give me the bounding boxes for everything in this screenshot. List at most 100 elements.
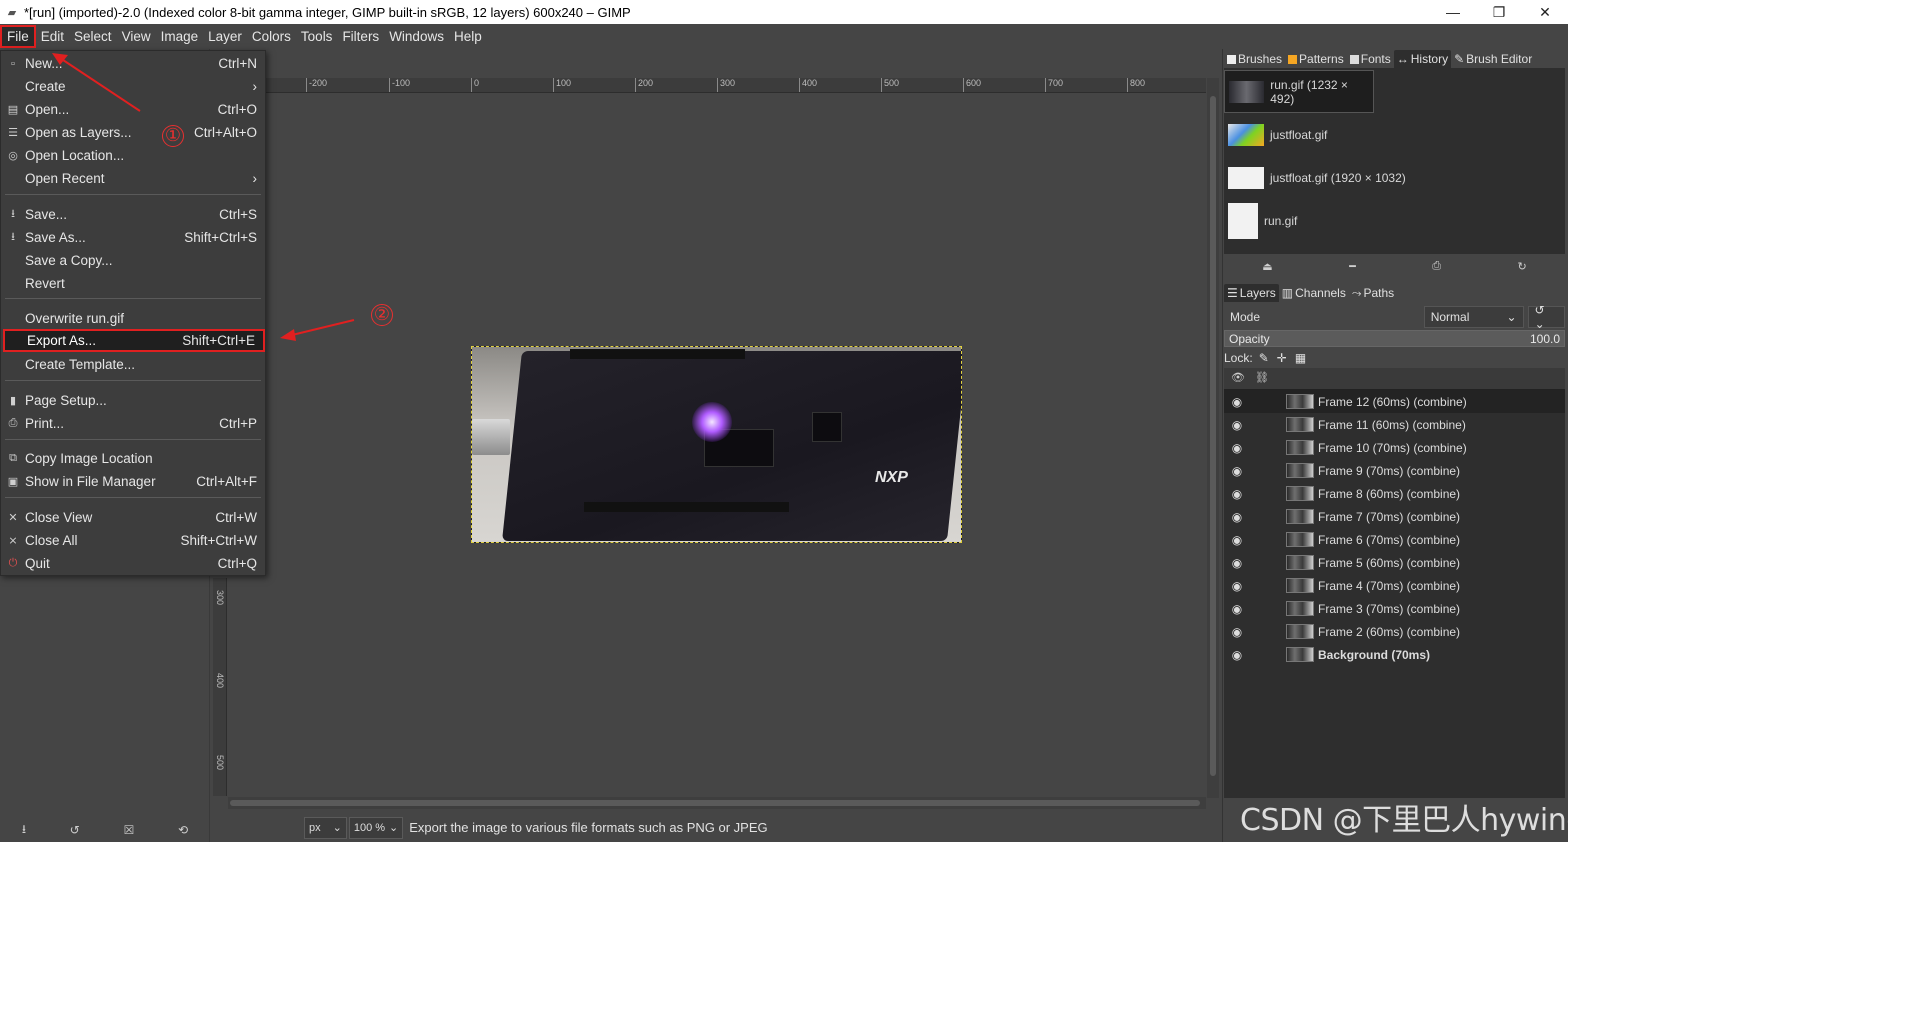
menu-layer[interactable]: Layer	[203, 25, 247, 48]
menu-item-export-as[interactable]: Export As... Shift+Ctrl+E	[3, 329, 265, 352]
scroll-thumb[interactable]	[1210, 96, 1216, 776]
top-ruler[interactable]: -200 -100 0 100 200 300 400 500 600 700 …	[266, 78, 1206, 93]
chevron-down-icon: ⌄	[1506, 310, 1517, 324]
menu-image[interactable]: Image	[156, 25, 204, 48]
menu-select[interactable]: Select	[69, 25, 117, 48]
reset-options-icon[interactable]: ⟲	[178, 823, 188, 837]
mode-label: Mode	[1230, 310, 1261, 324]
canvas-image[interactable]: NXP	[471, 346, 962, 543]
layer-row[interactable]: ◉ Frame 2 (60ms) (combine)	[1224, 620, 1565, 643]
tab-brushes[interactable]: Brushes	[1224, 50, 1285, 68]
eye-icon[interactable]: ◉	[1224, 464, 1250, 478]
eye-icon[interactable]: ◉	[1224, 579, 1250, 593]
menu-item-copy-location[interactable]: ⧉ Copy Image Location	[3, 447, 265, 470]
menu-item-print[interactable]: ⎙ Print... Ctrl+P	[3, 412, 265, 435]
delete-options-icon[interactable]: ☒	[124, 823, 135, 837]
mode-select[interactable]: Normal ⌄	[1423, 306, 1524, 328]
eye-icon[interactable]: ◉	[1224, 441, 1250, 455]
tab-layers[interactable]: ☰ Layers	[1224, 284, 1279, 302]
eye-icon[interactable]: ◉	[1224, 625, 1250, 639]
layer-row[interactable]: ◉ Frame 11 (60ms) (combine)	[1224, 413, 1565, 436]
restore-button[interactable]: ❐	[1476, 0, 1522, 24]
ruler-tick: 400	[215, 673, 225, 689]
menu-item-create[interactable]: Create ›	[3, 75, 265, 98]
tab-fonts[interactable]: Fonts	[1347, 50, 1394, 68]
menu-view[interactable]: View	[117, 25, 156, 48]
layer-row[interactable]: ◉ Frame 5 (60ms) (combine)	[1224, 551, 1565, 574]
layer-row[interactable]: ◉ Frame 4 (70ms) (combine)	[1224, 574, 1565, 597]
minus-icon[interactable]: ━	[1349, 260, 1356, 278]
unit-select[interactable]: px ⌄	[304, 816, 347, 839]
zoom-select[interactable]: 100 % ⌄	[348, 816, 404, 839]
restore-options-icon[interactable]: ↺	[70, 823, 80, 837]
pcb-chip	[812, 412, 842, 442]
raise-view-icon[interactable]: ⏏	[1262, 260, 1272, 278]
menu-item-open[interactable]: ▤ Open... Ctrl+O	[3, 98, 265, 121]
menu-help[interactable]: Help	[449, 25, 487, 48]
eye-icon[interactable]: ◉	[1224, 510, 1250, 524]
tab-channels[interactable]: ▥ Channels	[1279, 284, 1349, 302]
close-window-button[interactable]: ✕	[1522, 0, 1568, 24]
layer-row[interactable]: ◉ Frame 3 (70ms) (combine)	[1224, 597, 1565, 620]
menu-item-overwrite[interactable]: Overwrite run.gif	[3, 307, 265, 330]
menu-item-show-in-file-manager[interactable]: ▣ Show in File Manager Ctrl+Alt+F	[3, 470, 265, 493]
layer-row[interactable]: ◉ Frame 9 (70ms) (combine)	[1224, 459, 1565, 482]
menu-item-create-template[interactable]: Create Template...	[3, 353, 265, 376]
mode-reset-button[interactable]: ↺ ⌄	[1527, 303, 1565, 331]
menu-filters[interactable]: Filters	[337, 25, 384, 48]
image-list-item[interactable]: justfloat.gif (1920 × 1032)	[1224, 156, 1565, 199]
tab-paths[interactable]: ⤳ Paths	[1349, 284, 1397, 302]
annotation-step-2: ②	[371, 304, 393, 326]
menu-item-quit[interactable]: ⏻ Quit Ctrl+Q	[3, 552, 265, 575]
lock-pixels-icon[interactable]: ✎	[1259, 351, 1269, 365]
left-ruler[interactable]: 300 400 500	[213, 578, 227, 796]
menu-colors[interactable]: Colors	[247, 25, 296, 48]
layer-row[interactable]: ◉ Frame 10 (70ms) (combine)	[1224, 436, 1565, 459]
image-list-item[interactable]: justfloat.gif	[1224, 113, 1565, 156]
save-options-icon[interactable]: ⭳	[22, 820, 26, 841]
lock-position-icon[interactable]: ✛	[1277, 351, 1287, 365]
menu-tools[interactable]: Tools	[296, 25, 338, 48]
lock-alpha-icon[interactable]: ▦	[1295, 351, 1306, 365]
menu-item-open-location[interactable]: ◎ Open Location...	[3, 144, 265, 167]
image-list-item[interactable]: run.gif	[1224, 199, 1565, 242]
refresh-icon[interactable]: ↻	[1518, 260, 1527, 278]
menu-item-close-view[interactable]: ✕ Close View Ctrl+W	[3, 506, 265, 529]
layer-row[interactable]: ◉ Frame 7 (70ms) (combine)	[1224, 505, 1565, 528]
menu-item-open-as-layers[interactable]: ☰ Open as Layers... Ctrl+Alt+O	[3, 121, 265, 144]
menu-edit[interactable]: Edit	[36, 25, 69, 48]
menu-windows[interactable]: Windows	[384, 25, 449, 48]
image-list-item[interactable]: run.gif (1232 × 492)	[1224, 70, 1374, 113]
eye-icon[interactable]: ◉	[1224, 395, 1250, 409]
menu-item-revert[interactable]: Revert	[3, 272, 265, 295]
eye-icon[interactable]: ◉	[1224, 533, 1250, 547]
menu-item-new[interactable]: ▫ New... Ctrl+N	[3, 52, 265, 75]
layer-row[interactable]: ◉ Frame 8 (60ms) (combine)	[1224, 482, 1565, 505]
menu-file[interactable]: File	[0, 25, 36, 48]
menu-item-save[interactable]: ⭳ Save... Ctrl+S	[3, 203, 265, 226]
tab-patterns[interactable]: Patterns	[1285, 50, 1347, 68]
eye-icon[interactable]: ◉	[1224, 602, 1250, 616]
delete-image-icon[interactable]: ⎙	[1432, 260, 1441, 278]
menu-item-page-setup[interactable]: ▮ Page Setup...	[3, 389, 265, 412]
print-icon: ⎙	[8, 417, 18, 429]
layer-row[interactable]: ◉ Background (70ms)	[1224, 643, 1565, 666]
scroll-thumb[interactable]	[230, 800, 1200, 806]
vertical-scrollbar[interactable]	[1207, 78, 1219, 798]
layer-row[interactable]: ◉ Frame 12 (60ms) (combine)	[1224, 390, 1565, 413]
toolbox-bottom-buttons: ⭳ ↺ ☒ ⟲	[0, 818, 210, 842]
opacity-slider[interactable]: Opacity 100.0	[1224, 330, 1565, 347]
menu-item-open-recent[interactable]: Open Recent ›	[3, 167, 265, 190]
eye-icon[interactable]: ◉	[1224, 556, 1250, 570]
eye-icon[interactable]: ◉	[1224, 487, 1250, 501]
tab-history[interactable]: ↔ History	[1393, 50, 1452, 68]
tab-brush-editor[interactable]: ✎ Brush Editor	[1451, 50, 1535, 68]
eye-icon[interactable]: ◉	[1224, 648, 1250, 662]
horizontal-scrollbar[interactable]	[228, 797, 1206, 809]
menu-item-save-as[interactable]: ⭳ Save As... Shift+Ctrl+S	[3, 226, 265, 249]
minimize-button[interactable]: —	[1430, 0, 1476, 24]
menu-item-save-copy[interactable]: Save a Copy...	[3, 249, 265, 272]
menu-item-close-all[interactable]: ⨯ Close All Shift+Ctrl+W	[3, 529, 265, 552]
eye-icon[interactable]: ◉	[1224, 418, 1250, 432]
layer-row[interactable]: ◉ Frame 6 (70ms) (combine)	[1224, 528, 1565, 551]
